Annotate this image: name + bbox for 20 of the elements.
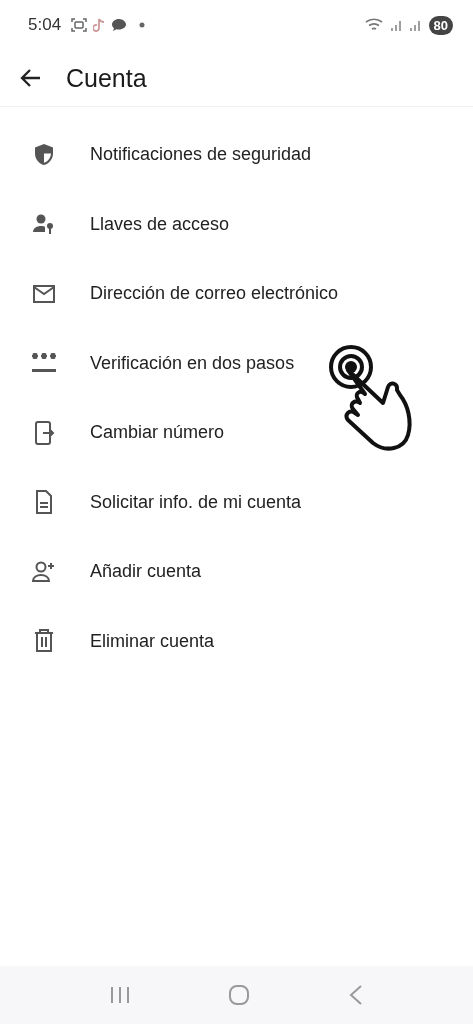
menu-item[interactable]: Notificaciones de seguridad [90,144,312,166]
menu-item[interactable]: Solicitar info. de mi cuenta [90,491,302,513]
signal-icon [390,18,404,32]
screenshot-icon [71,18,88,32]
menu-item[interactable]: Añadir cuenta [90,561,202,583]
notification-dot-icon [139,22,146,28]
wifi-icon [364,17,385,33]
menu-item[interactable]: Eliminar cuenta [90,630,215,652]
home-button[interactable] [228,984,251,1006]
signal-icon [409,18,423,32]
status-time: 5:04 [28,15,62,35]
menu-item[interactable]: Verificación en dos pasos [90,352,295,374]
chat-bubble-icon [111,18,128,32]
menu-item[interactable]: Cambiar número [90,422,225,444]
recent-apps-button[interactable] [108,985,131,1005]
music-note-icon [93,17,106,33]
page-title: Cuenta [66,63,147,93]
menu-item[interactable]: Llaves de acceso [90,213,230,235]
battery-level: 80 [428,15,453,35]
menu-item[interactable]: Dirección de correo electrónico [90,283,339,305]
